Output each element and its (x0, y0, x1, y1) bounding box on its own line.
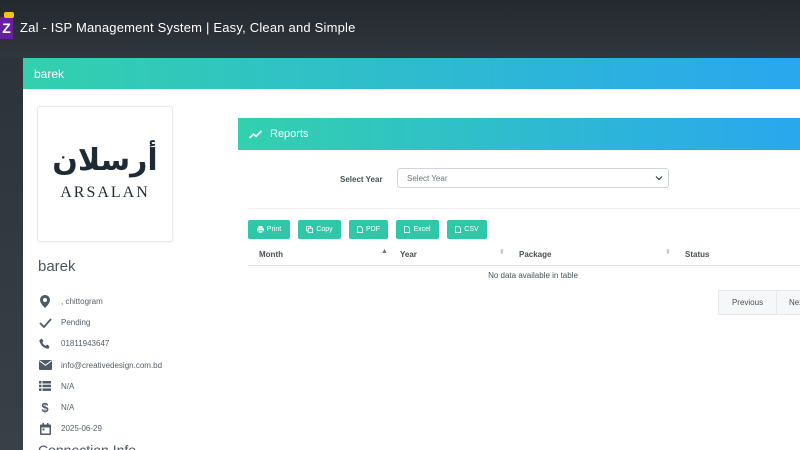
trend-line-icon (249, 129, 262, 139)
detail-package: N/A (38, 376, 162, 397)
file-pdf-icon (357, 226, 363, 233)
sort-icon[interactable]: ⬍ (665, 248, 671, 256)
section-divider (248, 208, 800, 209)
sort-icon[interactable]: ⬍ (499, 248, 505, 256)
excel-button-label: Excel (413, 226, 431, 233)
window-titlebar: Z Zal - ISP Management System | Easy, Cl… (0, 0, 800, 58)
reports-header: Reports (238, 118, 800, 150)
list-icon (38, 379, 52, 393)
profile-name: barek (38, 258, 76, 275)
chevron-down-icon (655, 176, 663, 181)
dollar-icon: $ (41, 400, 49, 416)
calendar-icon (38, 422, 52, 436)
detail-price: $ N/A (38, 397, 162, 418)
map-pin-icon (38, 295, 52, 309)
company-logo-arabic: أرسلان (52, 143, 158, 178)
detail-email: info@creativedesign.com.bd (38, 355, 162, 376)
file-excel-icon (404, 226, 411, 233)
detail-address: , chittogram (38, 291, 162, 312)
sort-asc-icon[interactable]: ▲ (381, 248, 388, 255)
detail-phone-text: 01811943647 (61, 339, 110, 349)
detail-date-text: 2025-06-29 (61, 424, 102, 434)
excel-button[interactable]: Excel (396, 220, 439, 239)
app-logo-letter: Z (2, 20, 11, 36)
print-button-label: Print (266, 226, 282, 233)
column-header-status[interactable]: Status (685, 250, 709, 259)
detail-status-text: Pending (61, 318, 91, 328)
year-select-value: Select Year (407, 173, 448, 183)
copy-icon (306, 226, 314, 233)
export-buttons: Print Copy PDF Excel CSV (248, 220, 495, 239)
csv-button-label: CSV (464, 226, 479, 233)
company-logo-latin: ARSALAN (60, 184, 150, 201)
card-header-title: barek (34, 66, 65, 81)
detail-price-text: N/A (61, 403, 75, 413)
detail-status: Pending (38, 312, 162, 333)
reports-table-header: Month ▲ Year ⬍ Package ⬍ Status (248, 244, 800, 266)
app-logo-icon: Z (0, 12, 14, 39)
table-empty-message: No data available in table (488, 271, 578, 280)
print-button[interactable]: Print (248, 220, 290, 239)
file-csv-icon (455, 226, 462, 233)
detail-date: 2025-06-29 (38, 418, 162, 439)
company-logo: أرسلان ARSALAN (37, 106, 173, 242)
profile-details: , chittogram Pending 01811943647 info@cr… (38, 291, 162, 439)
year-select-label: Select Year (340, 175, 383, 184)
reports-title: Reports (270, 128, 309, 140)
copy-button[interactable]: Copy (298, 220, 341, 239)
pdf-button-label: PDF (366, 226, 380, 233)
pagination: Previous Next (718, 290, 800, 315)
next-page-button[interactable]: Next (777, 290, 800, 315)
detail-phone: 01811943647 (38, 333, 162, 354)
previous-page-button[interactable]: Previous (718, 290, 777, 315)
detail-package-text: N/A (61, 381, 75, 391)
customer-card: barek أرسلان ARSALAN barek , chittogram … (23, 58, 800, 450)
check-icon (38, 316, 52, 330)
csv-button[interactable]: CSV (447, 220, 487, 239)
column-header-month[interactable]: Month (259, 250, 283, 259)
envelope-icon (38, 358, 52, 372)
window-title: Zal - ISP Management System | Easy, Clea… (20, 20, 356, 35)
year-select[interactable]: Select Year (397, 168, 669, 188)
detail-address-text: , chittogram (61, 297, 103, 307)
detail-email-text: info@creativedesign.com.bd (61, 360, 163, 370)
printer-icon (256, 226, 264, 233)
column-header-year[interactable]: Year (400, 250, 417, 259)
pdf-button[interactable]: PDF (349, 220, 388, 239)
card-header: barek (23, 58, 800, 89)
column-header-package[interactable]: Package (519, 250, 551, 259)
copy-button-label: Copy (316, 226, 333, 233)
connection-info-heading: Connection Info (38, 442, 137, 450)
phone-icon (38, 337, 52, 351)
app-logo-badge (4, 12, 14, 18)
